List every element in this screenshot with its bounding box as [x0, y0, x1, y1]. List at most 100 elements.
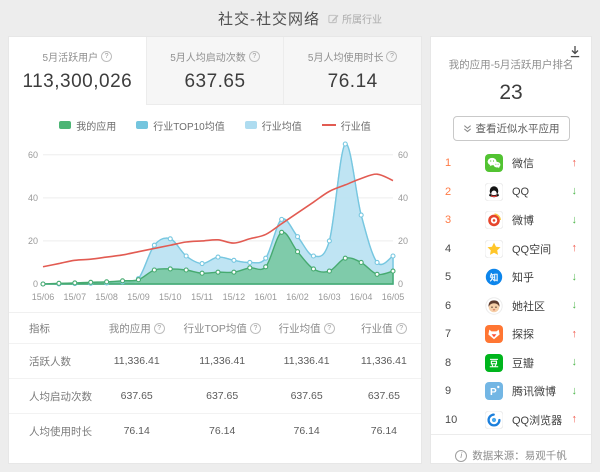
info-icon[interactable]: ? [154, 323, 165, 334]
rank-item-10[interactable]: 10 QQ浏览器 ↑ [431, 406, 591, 435]
rank-item-2[interactable]: 2QQ↓ [431, 178, 591, 207]
legend-swatch [322, 124, 336, 126]
metric-value: 11,336.41 [178, 355, 267, 367]
rank-item-4[interactable]: 4QQ空间↑ [431, 235, 591, 264]
info-icon[interactable]: ? [324, 323, 335, 334]
metric-value: 11,336.41 [96, 355, 178, 367]
app-name: 探探 [512, 326, 534, 342]
data-source-footer: i 数据来源：易观千帆 [431, 434, 591, 463]
trend-up-icon: ↑ [572, 243, 578, 254]
table-header-label: 我的应用 [109, 321, 151, 336]
page-title: 社交-社交网络 [218, 8, 320, 29]
app-name: 她社区 [512, 298, 545, 314]
qq-icon [485, 183, 503, 201]
svg-text:15/10: 15/10 [159, 292, 182, 302]
info-icon[interactable]: ? [250, 323, 261, 334]
trend-up-icon: ↑ [572, 414, 578, 425]
legend-item-1[interactable]: 行业TOP10均值 [136, 118, 225, 132]
wechat-icon [485, 154, 503, 172]
qzone-icon [485, 240, 503, 258]
table-header-label: 行业TOP均值 [183, 321, 246, 336]
legend-item-2[interactable]: 行业均值 [245, 118, 302, 132]
info-icon[interactable]: ? [101, 51, 112, 62]
download-icon[interactable] [569, 45, 581, 58]
industry-tag-label: 所属行业 [342, 11, 382, 26]
svg-text:16/05: 16/05 [382, 292, 405, 302]
industry-tag-link[interactable]: 所属行业 [328, 11, 382, 26]
trend-up-icon: ↑ [572, 329, 578, 340]
rank-number: 5 [445, 271, 459, 283]
rank-number: 10 [445, 414, 459, 426]
legend-item-3[interactable]: 行业值 [322, 118, 371, 132]
svg-text:60: 60 [28, 150, 38, 160]
svg-text:16/03: 16/03 [318, 292, 341, 302]
metric-value: 76.14 [178, 425, 267, 437]
rank-item-7[interactable]: 7 探探 ↑ [431, 320, 591, 349]
metric-value: 76.14 [96, 425, 178, 437]
svg-text:40: 40 [398, 193, 408, 203]
rank-item-5[interactable]: 5 知 知乎 ↓ [431, 263, 591, 292]
app-name: 腾讯微博 [512, 383, 556, 399]
app-name: QQ [512, 186, 529, 198]
svg-text:16/04: 16/04 [350, 292, 373, 302]
rank-item-1[interactable]: 1微信↑ [431, 149, 591, 178]
trend-down-icon: ↓ [572, 357, 578, 368]
info-icon[interactable]: ? [396, 323, 407, 334]
stat-label-text: 5月人均使用时长 [308, 49, 384, 64]
svg-text:60: 60 [398, 150, 408, 160]
trend-down-icon: ↓ [572, 300, 578, 311]
rank-number: 7 [445, 328, 459, 340]
app-name: 微博 [512, 212, 534, 228]
svg-text:0: 0 [33, 279, 38, 289]
legend-label: 行业均值 [262, 118, 302, 133]
table-body: 活跃人数11,336.4111,336.4111,336.4111,336.41… [9, 343, 421, 448]
table-header-cell: 行业均值? [266, 321, 346, 336]
legend-label: 行业TOP10均值 [153, 118, 225, 133]
tab-avg-launches[interactable]: 5月人均启动次数 ? 637.65 [146, 37, 284, 104]
legend-item-0[interactable]: 我的应用 [59, 118, 116, 132]
app-ranking-list: 1微信↑2QQ↓3微博↓4QQ空间↑5知知乎↓6她社区↓7探探↑8豆豆瓣↓9P腾… [431, 149, 591, 434]
svg-text:40: 40 [28, 193, 38, 203]
app-name: 微信 [512, 155, 534, 171]
tab-avg-duration[interactable]: 5月人均使用时长 ? 76.14 [283, 37, 421, 104]
stat-label-text: 5月人均启动次数 [170, 49, 246, 64]
page-header: 社交-社交网络 所属行业 [0, 0, 600, 36]
svg-text:0: 0 [398, 279, 403, 289]
rank-number: 8 [445, 357, 459, 369]
rank-item-3[interactable]: 3微博↓ [431, 206, 591, 235]
rank-number: 1 [445, 157, 459, 169]
info-icon[interactable]: ? [249, 51, 260, 62]
view-similar-apps-button[interactable]: 查看近似水平应用 [453, 116, 570, 141]
table-row: 活跃人数11,336.4111,336.4111,336.4111,336.41 [9, 343, 421, 378]
rank-item-8[interactable]: 8豆豆瓣↓ [431, 349, 591, 378]
app-name: 知乎 [512, 269, 534, 285]
tantan-icon [485, 325, 503, 343]
svg-text:15/11: 15/11 [191, 292, 213, 302]
qq-browser-icon [485, 411, 503, 429]
trend-down-icon: ↓ [572, 272, 578, 283]
svg-text:知: 知 [490, 273, 499, 283]
tab-active-users[interactable]: 5月活跃用户 ? 113,300,026 [9, 37, 146, 105]
metric-value: 637.65 [347, 390, 421, 402]
trend-down-icon: ↓ [572, 386, 578, 397]
stat-label: 5月人均使用时长 ? [308, 49, 398, 64]
legend-swatch [59, 121, 71, 129]
trend-chart[interactable]: 0020204040606015/0615/0715/0815/0915/101… [9, 132, 421, 308]
douban-icon: 豆 [485, 354, 503, 372]
trend-down-icon: ↓ [572, 215, 578, 226]
edit-icon [328, 13, 339, 24]
app-name: QQ浏览器 [512, 412, 562, 428]
rank-item-6[interactable]: 6她社区↓ [431, 292, 591, 321]
rank-item-9[interactable]: 9P腾讯微博↓ [431, 377, 591, 406]
svg-text:15/09: 15/09 [127, 292, 150, 302]
svg-text:15/12: 15/12 [223, 292, 246, 302]
table-header-cell: 行业TOP均值? [178, 321, 267, 336]
table-header-cell: 指标 [9, 321, 96, 336]
table-header-label: 行业均值 [279, 321, 321, 336]
metric-label: 人均使用时长 [9, 424, 96, 439]
metrics-panel: 5月活跃用户 ? 113,300,026 5月人均启动次数 ? 637.65 5… [8, 36, 422, 464]
rank-number: 4 [445, 243, 459, 255]
info-icon[interactable]: ? [386, 51, 397, 62]
svg-text:15/08: 15/08 [95, 292, 118, 302]
svg-text:15/07: 15/07 [64, 292, 87, 302]
